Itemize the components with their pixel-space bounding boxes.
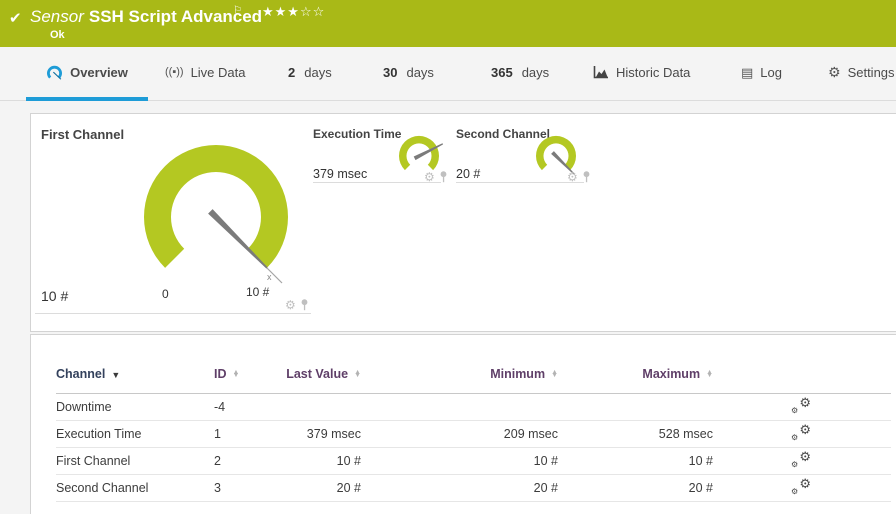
sort-icon: ▲ ▼ bbox=[706, 368, 713, 380]
cell-channel: Downtime bbox=[56, 393, 214, 421]
column-header-minimum-label: Minimum bbox=[490, 366, 546, 381]
tab-settings[interactable]: ⚙ Settings bbox=[828, 47, 895, 101]
table-row-downtime: Downtime -4 ⚙ ⚙ bbox=[56, 393, 891, 421]
sensor-title-prefix: Sensor bbox=[30, 7, 84, 26]
column-header-maximum-label: Maximum bbox=[642, 366, 701, 381]
cell-id: 3 bbox=[214, 474, 271, 502]
table-header-row: Channel ▼ ID ▲ ▼ Last Value ▲ ▼ Minimum ▲ ▼ Max… bbox=[56, 355, 891, 394]
cell-last-value: 10 # bbox=[271, 447, 361, 475]
broadcast-icon: ((▪)) bbox=[165, 66, 184, 78]
area-chart-icon bbox=[593, 65, 609, 79]
column-header-maximum[interactable]: Maximum ▲ ▼ bbox=[558, 355, 713, 394]
gauge-title-execution-time: Execution Time bbox=[313, 127, 402, 141]
tab-historic-data-label: Historic Data bbox=[616, 64, 691, 80]
sort-icon: ▲ ▼ bbox=[551, 368, 558, 380]
channel-settings-gears-icon[interactable]: ⚙ ⚙ bbox=[791, 422, 811, 442]
cell-minimum: 209 msec bbox=[361, 420, 558, 448]
channel-settings-gears-icon[interactable]: ⚙ ⚙ bbox=[791, 476, 811, 496]
sort-icon: ▲ ▼ bbox=[354, 368, 361, 380]
column-header-actions bbox=[713, 355, 891, 394]
column-header-channel[interactable]: Channel ▼ bbox=[56, 355, 214, 394]
sort-icon: ▲ ▼ bbox=[232, 368, 240, 380]
channel-settings-gears-icon[interactable]: ⚙ ⚙ bbox=[791, 449, 811, 469]
cell-id: 2 bbox=[214, 447, 271, 475]
cell-divider bbox=[313, 182, 441, 183]
cell-channel: Second Channel bbox=[56, 474, 214, 502]
cell-last-value: 20 # bbox=[271, 474, 361, 502]
channel-gear-icon[interactable]: ⚙ bbox=[285, 299, 296, 311]
table-row-second-channel: Second Channel 3 20 # 20 # 20 # ⚙ ⚙ bbox=[56, 474, 891, 502]
tab-overview-label: Overview bbox=[70, 64, 128, 80]
needle-tip-marker: x bbox=[267, 272, 272, 282]
cell-last-value: 379 msec bbox=[271, 420, 361, 448]
status-ok-check-icon: ✔ bbox=[9, 10, 22, 27]
cell-channel: Execution Time bbox=[56, 420, 214, 448]
tab-overview[interactable]: Overview bbox=[26, 47, 148, 101]
cell-minimum: 10 # bbox=[361, 447, 558, 475]
column-header-last-value-label: Last Value bbox=[286, 366, 349, 381]
tab-historic-data[interactable]: Historic Data bbox=[593, 47, 690, 101]
column-header-minimum[interactable]: Minimum ▲ ▼ bbox=[361, 355, 558, 394]
column-header-id[interactable]: ID ▲ ▼ bbox=[214, 355, 271, 394]
tab-365-days-label: days bbox=[521, 64, 550, 80]
tab-log[interactable]: ▤ Log bbox=[741, 47, 782, 101]
second-channel-last-value: 20 # bbox=[456, 167, 481, 181]
pin-icon[interactable] bbox=[300, 299, 309, 311]
cell-maximum: 528 msec bbox=[558, 420, 713, 448]
channel-settings-gears-icon[interactable]: ⚙ ⚙ bbox=[791, 395, 811, 415]
table-row-execution-time: Execution Time 1 379 msec 209 msec 528 m… bbox=[56, 420, 891, 448]
sort-desc-icon: ▼ bbox=[111, 369, 121, 380]
cell-maximum bbox=[558, 393, 713, 421]
tab-2-days[interactable]: 2 days bbox=[288, 47, 332, 101]
gauges-panel: First Channel x 0 10 # 10 # ⚙ Execution … bbox=[30, 113, 896, 332]
priority-stars[interactable]: ★★★☆☆ bbox=[262, 4, 325, 20]
tab-live-data[interactable]: ((▪)) Live Data bbox=[165, 47, 245, 101]
cell-channel: First Channel bbox=[56, 447, 214, 475]
gauge-scale-min: 0 bbox=[162, 287, 169, 301]
execution-time-last-value: 379 msec bbox=[313, 167, 368, 181]
tab-settings-label: Settings bbox=[847, 64, 895, 80]
tab-2-days-number: 2 bbox=[288, 64, 296, 80]
sensor-title: Sensor SSH Script Advanced bbox=[30, 7, 262, 27]
cell-maximum: 10 # bbox=[558, 447, 713, 475]
gauge-cell-actions: ⚙ bbox=[285, 299, 309, 311]
sensor-status-badge: Ok bbox=[50, 29, 65, 41]
gauge-icon bbox=[46, 65, 63, 80]
channel-table: Channel ▼ ID ▲ ▼ Last Value ▲ ▼ Minimum ▲ ▼ Max… bbox=[56, 355, 891, 502]
table-row-first-channel: First Channel 2 10 # 10 # 10 # ⚙ ⚙ bbox=[56, 447, 891, 475]
tab-365-days-number: 365 bbox=[491, 64, 513, 80]
sensor-header: ✔ Sensor SSH Script Advanced ⚐ ★★★☆☆ Ok bbox=[0, 0, 896, 47]
log-list-icon: ▤ bbox=[741, 64, 754, 80]
tab-bar: Overview ((▪)) Live Data 2 days 30 days … bbox=[0, 47, 896, 101]
column-header-channel-label: Channel bbox=[56, 366, 106, 381]
cell-id: 1 bbox=[214, 420, 271, 448]
tab-2-days-label: days bbox=[304, 64, 332, 80]
cell-maximum: 20 # bbox=[558, 474, 713, 502]
tab-live-data-label: Live Data bbox=[190, 64, 246, 80]
cell-id: -4 bbox=[214, 393, 271, 421]
tab-30-days-label: days bbox=[406, 64, 434, 80]
tab-30-days-number: 30 bbox=[383, 64, 398, 80]
column-header-id-label: ID bbox=[214, 366, 227, 381]
cell-last-value bbox=[271, 393, 361, 421]
tab-log-label: Log bbox=[760, 64, 782, 80]
cell-minimum bbox=[361, 393, 558, 421]
first-channel-last-value: 10 # bbox=[41, 288, 69, 304]
tab-365-days[interactable]: 365 days bbox=[491, 47, 549, 101]
gear-icon: ⚙ bbox=[828, 64, 841, 80]
cell-divider bbox=[456, 182, 584, 183]
tab-30-days[interactable]: 30 days bbox=[383, 47, 434, 101]
gauge-title-first-channel: First Channel bbox=[41, 127, 125, 142]
cell-minimum: 20 # bbox=[361, 474, 558, 502]
gauge-scale-max: 10 # bbox=[246, 285, 270, 299]
channel-table-panel: Channel ▼ ID ▲ ▼ Last Value ▲ ▼ Minimum ▲ ▼ Max… bbox=[30, 334, 896, 514]
cell-divider bbox=[35, 313, 311, 314]
flag-icon[interactable]: ⚐ bbox=[233, 5, 242, 16]
column-header-last-value[interactable]: Last Value ▲ ▼ bbox=[271, 355, 361, 394]
